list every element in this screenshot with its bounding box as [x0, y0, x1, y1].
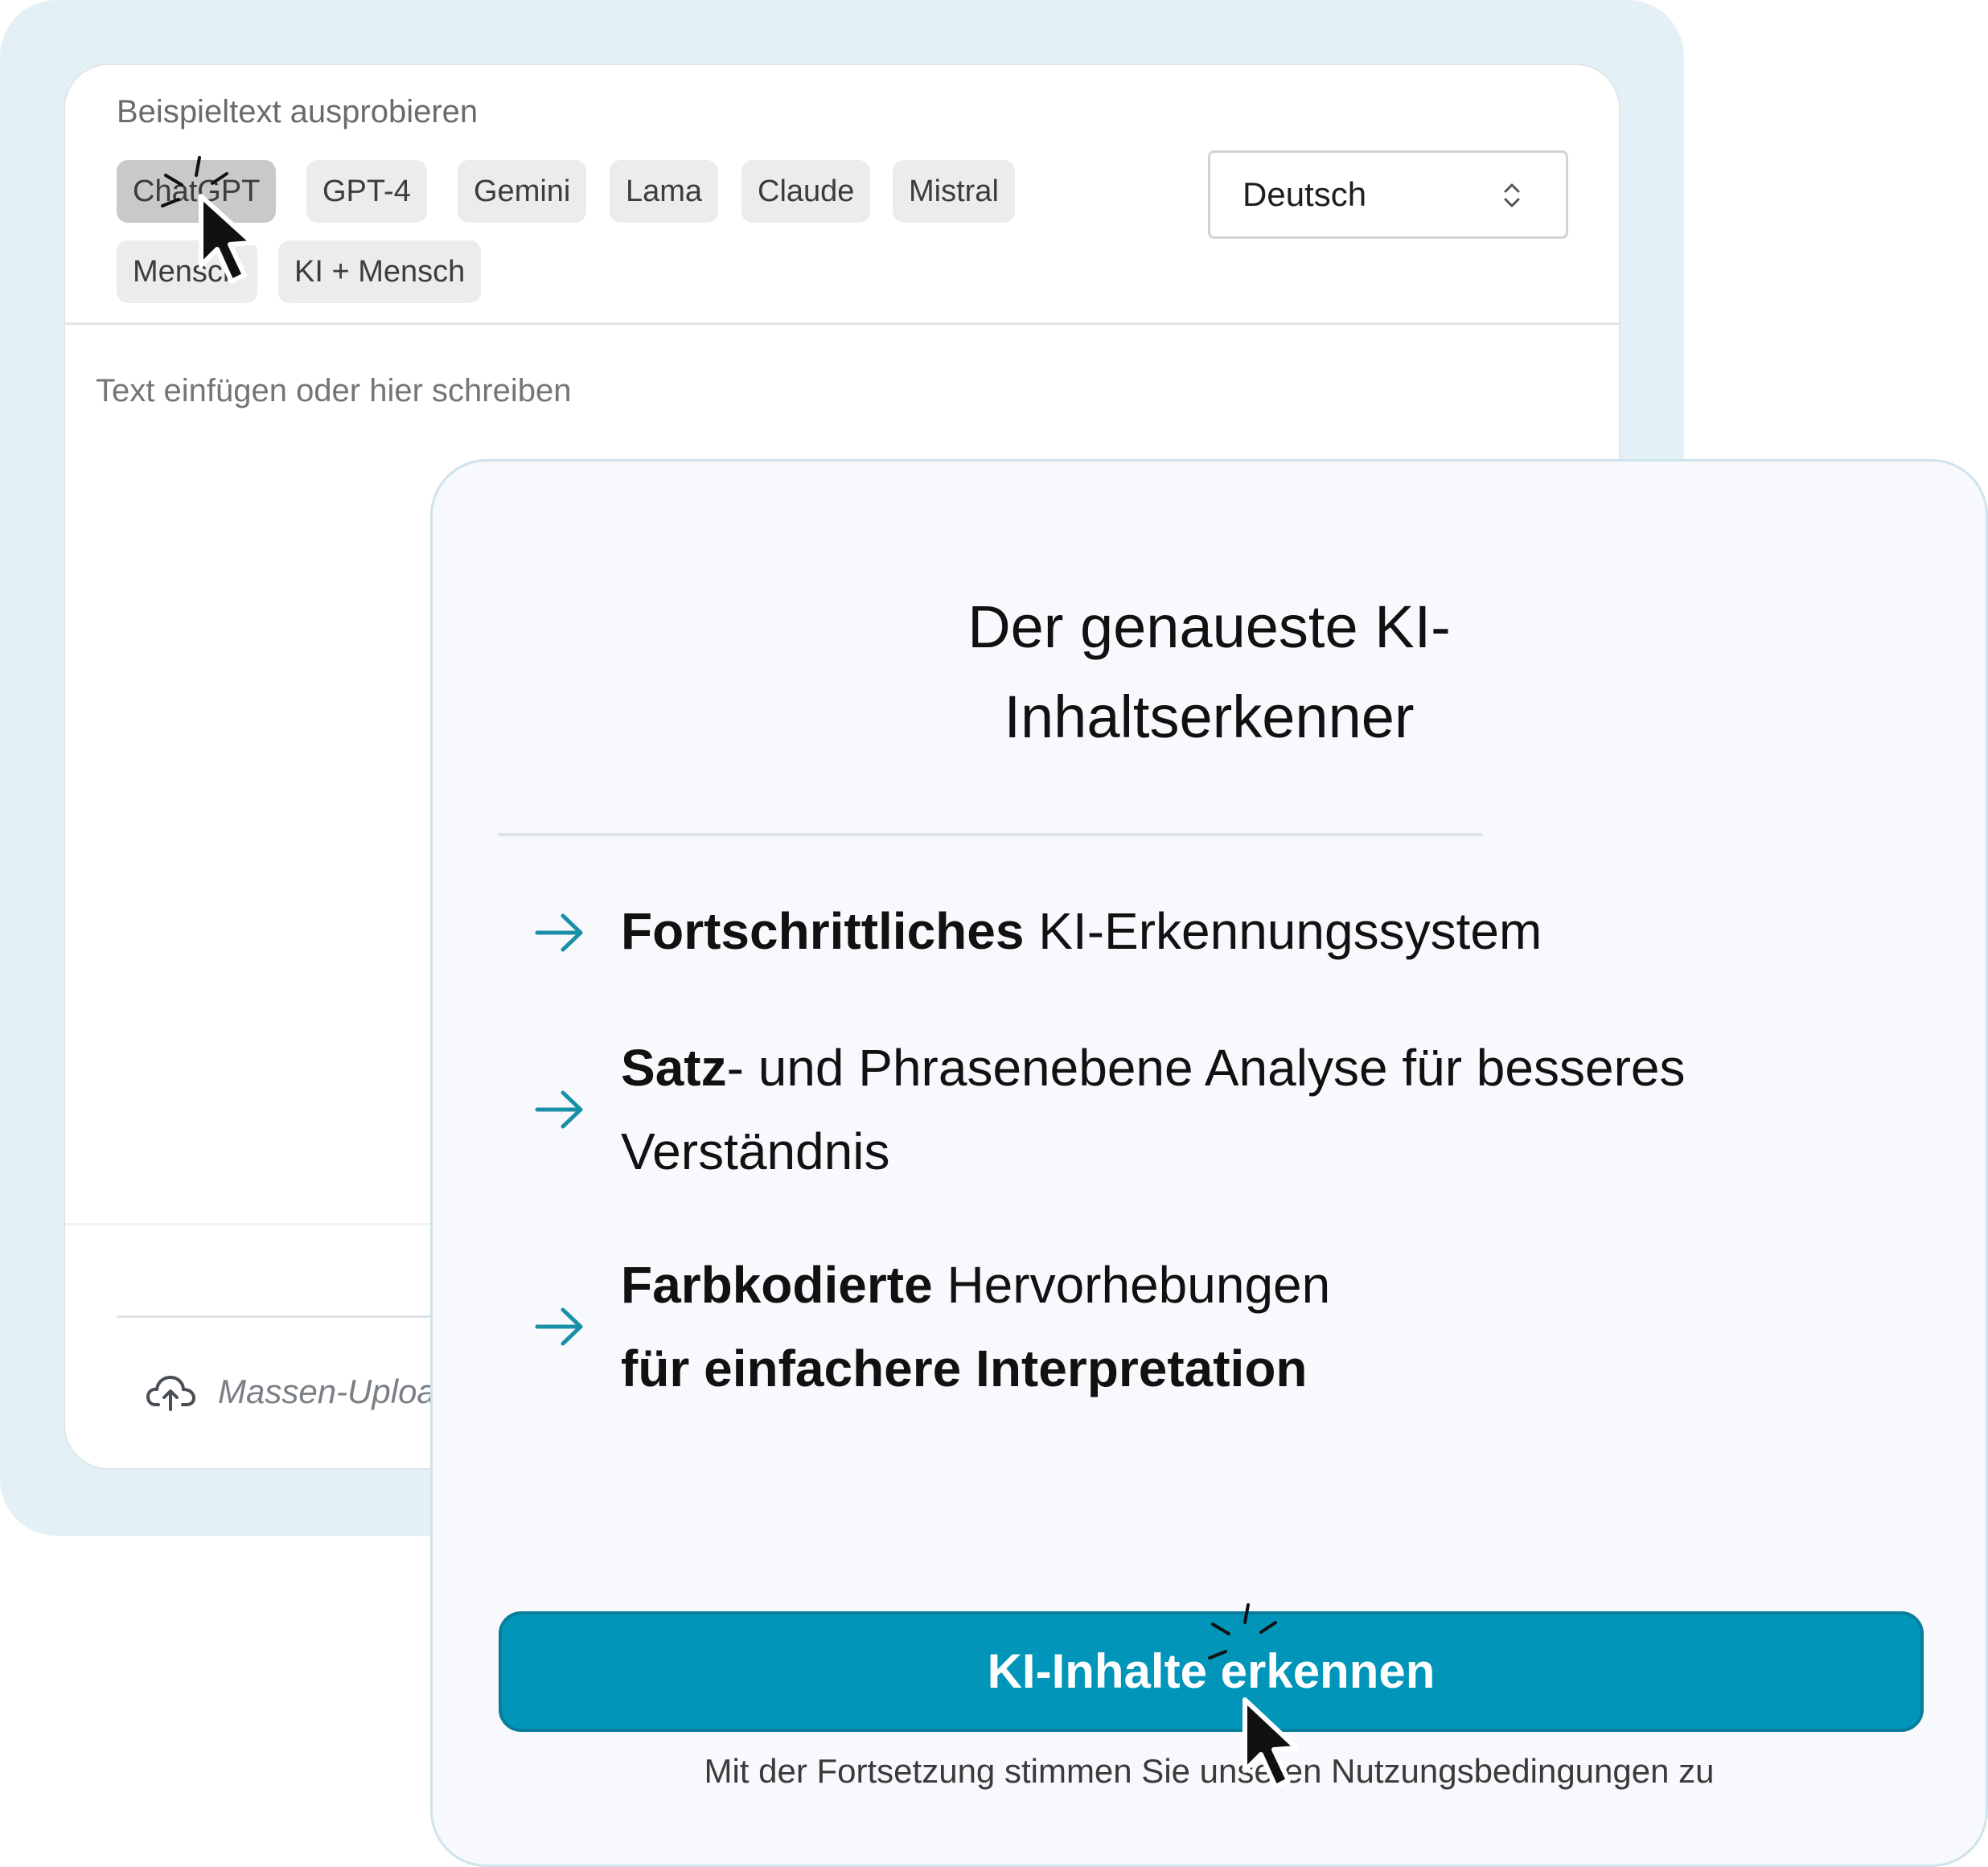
editor-divider — [65, 322, 1619, 325]
chip-gemini[interactable]: Gemini — [458, 160, 587, 223]
info-card: Der genaueste KI- Inhaltserkenner Fortsc… — [430, 459, 1988, 1867]
chevron-updown-icon — [1504, 183, 1520, 207]
info-divider — [498, 833, 1482, 836]
feature-3-bold: Farbkodierte — [621, 1256, 933, 1314]
language-select[interactable]: Deutsch — [1208, 150, 1568, 239]
chip-lama[interactable]: Lama — [610, 160, 719, 223]
info-title: Der genaueste KI- Inhaltserkenner — [433, 582, 1986, 762]
editor-area-bottom-edge — [65, 1223, 443, 1225]
feature-2-bold: Satz — [621, 1039, 727, 1097]
arrow-right-icon — [535, 913, 583, 952]
feature-3-bold-2: für einfachere Interpretation — [621, 1340, 1308, 1397]
terms-text: Mit der Fortsetzung stimmen Sie unseren … — [704, 1752, 1715, 1790]
footer-divider — [117, 1315, 454, 1318]
bulk-upload-button[interactable]: Massen-Uploa — [146, 1360, 436, 1424]
text-input[interactable] — [96, 363, 1463, 419]
chip-ki-mensch[interactable]: KI + Mensch — [278, 240, 482, 303]
detect-ai-content-button[interactable]: KI-Inhalte erkennen — [499, 1611, 1924, 1732]
info-title-line-1: Der genaueste KI- — [967, 593, 1451, 660]
chip-mistral[interactable]: Mistral — [893, 160, 1015, 223]
feature-1-bold: Fortschrittliches — [621, 902, 1025, 960]
arrow-right-icon — [535, 1307, 583, 1346]
feature-3-text: Hervorhebungen — [932, 1256, 1331, 1314]
chip-mensch[interactable]: Mensch — [117, 240, 257, 303]
feature-2-text: - und Phrasenebene Analyse für besseres … — [621, 1039, 1686, 1180]
language-select-value: Deutsch — [1242, 175, 1367, 213]
feature-1-text: KI-Erkennungssystem — [1024, 902, 1542, 960]
chip-chatgpt[interactable]: ChatGPT — [117, 160, 277, 223]
arrow-right-icon — [535, 1090, 583, 1129]
chip-gpt-4[interactable]: GPT-4 — [306, 160, 427, 223]
cloud-upload-icon — [146, 1376, 195, 1411]
bulk-upload-label: Massen-Uploa — [218, 1373, 436, 1410]
info-title-line-2: Inhaltserkenner — [1004, 683, 1415, 750]
sample-text-label: Beispieltext ausprobieren — [117, 94, 479, 129]
chip-claude[interactable]: Claude — [741, 160, 871, 223]
